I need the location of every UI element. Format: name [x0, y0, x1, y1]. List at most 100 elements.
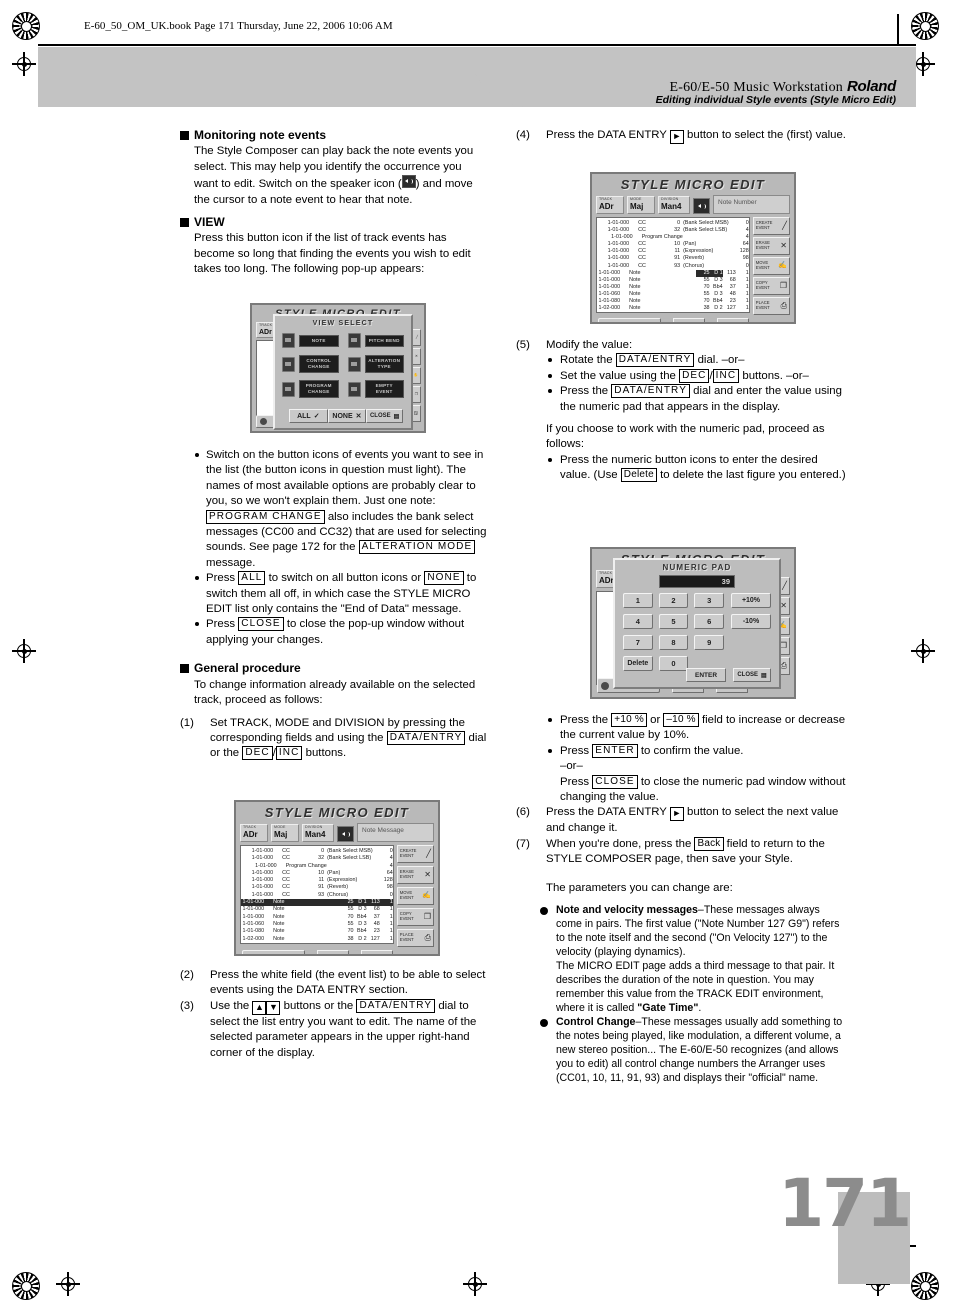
side-button-move-event[interactable]: MOVE EVENT ✍ — [752, 257, 790, 275]
table-row[interactable]: 1-02-000 Note 38 D 2 127 1 — [241, 936, 393, 943]
numpad-key-1[interactable]: 1 — [623, 593, 653, 608]
table-row[interactable]: 1-01-000 Note 70 Bb4 37 1 — [597, 284, 749, 291]
view-select-option-pitch-bend[interactable]: PITCH BEND — [347, 333, 404, 348]
crop-mark-top-left — [12, 52, 36, 76]
table-row[interactable]: 1-01-000 CC 32 (Bank Select LSB) 4 — [597, 227, 749, 234]
page-number: 171 — [778, 1165, 912, 1242]
table-row[interactable]: 1-01-000 Note 55 D 3 68 1 — [241, 906, 393, 913]
side-button-move-event[interactable]: MOVE EVENT ✍ — [396, 887, 434, 905]
right-column-tail: Press the +10 % or –10 % field to increa… — [516, 713, 846, 1085]
table-row[interactable]: 1-01-000 CC 93 (Chorus) 0 — [241, 892, 393, 899]
table-row[interactable]: 1-01-000 Note 25 D 1 113 1 — [597, 269, 749, 277]
numpad-minus-10-percent-button[interactable]: -10% — [731, 614, 771, 629]
back-icon — [260, 418, 267, 425]
speaker-icon — [696, 201, 708, 212]
numpad-close-button[interactable]: CLOSE ▤ — [733, 668, 771, 682]
lcd-field-division[interactable]: DIVISION Man4 — [658, 196, 690, 214]
view-select-label: CONTROL CHANGE — [299, 355, 339, 373]
right-column: (4) Press the DATA ENTRY ► button to sel… — [516, 128, 846, 144]
numpad-key-5[interactable]: 5 — [658, 614, 689, 629]
scissors-icon: ✕ — [414, 354, 418, 359]
lcd-bottom-bar: Back ▤✎▯ VIEW 👁 — [596, 318, 790, 322]
lcd-message-box: Note Message — [357, 823, 434, 842]
table-row[interactable]: 1-01-000 CC 0 (Bank Select MSB) 0 — [241, 848, 393, 855]
table-row[interactable]: 1-01-000 CC 11 (Expression) 128 — [597, 248, 749, 255]
table-row[interactable]: 1-01-000 Note 70 Bb4 37 1 — [241, 914, 393, 921]
view-select-option-program-change[interactable]: PROGRAM CHANGE — [282, 380, 339, 398]
view-select-option-alteration-type[interactable]: ALTERATION TYPE — [347, 355, 404, 373]
pencil-icon: ╱ — [782, 220, 787, 230]
lcd-event-list[interactable]: 1-01-000 CC 0 (Bank Select MSB) 0 1-01-000 CC… — [240, 845, 394, 944]
none-button[interactable]: NONE ✕ — [327, 409, 367, 423]
table-row[interactable]: 1-01-000 CC 0 (Bank Select MSB) 0 — [597, 220, 749, 227]
table-row[interactable]: 1-01-000 CC 32 (Bank Select LSB) 4 — [241, 855, 393, 862]
side-button-erase-event[interactable]: ERASE EVENT ✕ — [396, 866, 434, 884]
table-row[interactable]: 1-01-000 Note 55 D 3 68 1 — [597, 277, 749, 284]
edit-toggle-button[interactable]: ▤✎▯ — [673, 318, 705, 322]
view-select-option-note[interactable]: NOTE — [282, 333, 339, 348]
back-button[interactable]: Back — [598, 318, 661, 322]
lcd-field-mode-value: Maj — [274, 830, 288, 839]
back-button[interactable]: Back — [242, 950, 305, 954]
numpad-key-2[interactable]: 2 — [658, 593, 689, 608]
side-button-create-event[interactable]: CREATE EVENT ╱ — [396, 845, 434, 863]
view-button[interactable]: VIEW 👁 — [361, 950, 393, 954]
speaker-icon — [401, 175, 416, 189]
table-row[interactable]: 1-01-000 CC 11 (Expression) 128 — [241, 877, 393, 884]
view-select-option-control-change[interactable]: CONTROL CHANGE — [282, 355, 339, 373]
paste-icon: ⎙ — [780, 660, 787, 670]
table-row-selected[interactable]: 1-01-000 Note 25 D 1 113 1 — [241, 899, 393, 907]
numpad-key-3[interactable]: 3 — [694, 593, 724, 608]
side-button-copy-event[interactable]: COPY EVENT ❐ — [396, 908, 434, 926]
table-row[interactable]: 1-01-060 Note 55 D 3 48 1 — [597, 291, 749, 298]
table-row[interactable]: 1-01-000 Program Change 4 — [241, 863, 393, 870]
side-button-place-event[interactable]: PLACE EVENT ⎙ — [752, 297, 790, 315]
numpad-key-9[interactable]: 9 — [694, 635, 724, 650]
numpad-delete-button[interactable]: Delete — [623, 656, 653, 671]
speaker-toggle-button[interactable] — [693, 198, 710, 214]
view-select-option-empty-event[interactable]: EMPTY EVENT — [347, 380, 404, 398]
side-button-create-event[interactable]: CREATE EVENT ╱ — [752, 217, 790, 235]
table-row[interactable]: 1-01-000 Program Change 4 — [597, 234, 749, 241]
numpad-key-0[interactable]: 0 — [658, 656, 689, 671]
side-button-erase-event[interactable]: ERASE EVENT ✕ — [752, 237, 790, 255]
crop-mark-mid-left — [12, 639, 36, 663]
edit-toggle-button[interactable]: ▤✎▯ — [317, 950, 349, 954]
back-icon — [246, 953, 254, 954]
table-row[interactable]: 1-01-000 CC 93 (Chorus) 0 — [597, 263, 749, 270]
table-row[interactable]: 1-01-060 Note 55 D 3 48 1 — [241, 921, 393, 928]
table-row[interactable]: 1-01-000 CC 10 (Pan) 64 — [241, 870, 393, 877]
table-row[interactable]: 1-01-000 CC 91 (Reverb) 98 — [241, 884, 393, 891]
monitoring-note-events-body: The Style Composer can play back the not… — [194, 145, 474, 206]
view-button[interactable]: VIEW 👁 — [717, 318, 749, 322]
selected-value-cell[interactable]: 25 — [696, 269, 710, 277]
lcd-field-division[interactable]: DIVISION Man4 — [302, 824, 334, 842]
trim-line-vert-right — [897, 14, 899, 44]
numpad-key-4[interactable]: 4 — [623, 614, 653, 629]
close-button[interactable]: CLOSE ▤ — [366, 409, 403, 423]
bullet-press-dial-numpad: Press the DATA/ENTRY dial and enter the … — [546, 384, 846, 415]
numpad-plus-10-percent-button[interactable]: +10% — [731, 593, 771, 608]
table-row[interactable]: 1-02-000 Note 38 D 2 127 1 — [597, 305, 749, 312]
table-row[interactable]: 1-01-080 Note 70 Bb4 23 1 — [241, 928, 393, 935]
numeric-pad-value-display: 39 — [659, 575, 735, 588]
lcd-field-mode[interactable]: MODE Maj — [627, 196, 655, 214]
numpad-key-8[interactable]: 8 — [658, 635, 689, 650]
all-button[interactable]: ALL ✓ — [289, 409, 328, 423]
table-row[interactable]: 1-01-000 CC 10 (Pan) 64 — [597, 241, 749, 248]
lcd-field-track[interactable]: TRACK ADr — [596, 196, 624, 214]
speaker-toggle-button[interactable] — [337, 826, 354, 842]
side-button-place-event[interactable]: PLACE EVENT ⎙ — [396, 929, 434, 947]
numpad-enter-button[interactable]: ENTER — [686, 668, 726, 682]
key-data-entry: DATA/ENTRY — [386, 730, 466, 745]
lcd-field-track[interactable]: TRACK ADr — [240, 824, 268, 842]
lcd-event-list[interactable]: 1-01-000 CC 0 (Bank Select MSB) 0 1-01-000 CC… — [596, 217, 750, 313]
lcd-field-mode[interactable]: MODE Maj — [271, 824, 299, 842]
table-row[interactable]: 1-01-080 Note 70 Bb4 23 1 — [597, 298, 749, 305]
step-5-number: (5) — [516, 339, 530, 351]
step-1: (1) Set TRACK, MODE and DIVISION by pres… — [180, 716, 487, 761]
side-button-copy-event[interactable]: COPY EVENT ❐ — [752, 277, 790, 295]
table-row[interactable]: 1-01-000 CC 91 (Reverb) 98 — [597, 255, 749, 262]
numpad-key-6[interactable]: 6 — [694, 614, 724, 629]
numpad-key-7[interactable]: 7 — [623, 635, 653, 650]
